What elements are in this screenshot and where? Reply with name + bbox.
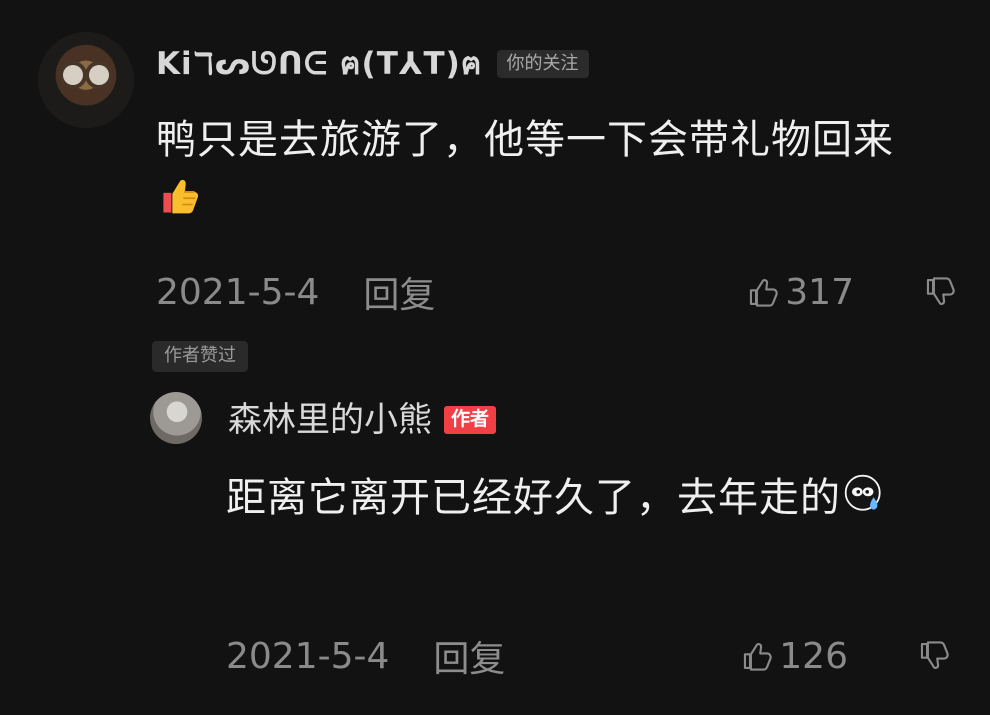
main-comment-meta: 2021-5-4 回复 317 [156, 268, 958, 316]
main-comment-text: 鸭只是去旅游了，他等一下会带礼物回来 [156, 111, 926, 229]
main-comment-reply-button[interactable]: 回复 [363, 266, 435, 318]
main-comment-date: 2021-5-4 [156, 271, 320, 313]
reply-comment-text: 距离它离开已经好久了，去年走的 [226, 469, 941, 528]
main-comment-body: 鸭只是去旅游了，他等一下会带礼物回来 [156, 117, 894, 163]
dislike-icon[interactable] [914, 637, 952, 675]
reply-comment-like-count: 126 [779, 635, 848, 677]
author-liked-badge: 作者赞过 [152, 341, 248, 372]
main-comment-username[interactable]: Kiℸᔕᘎᑎᕮ ฅ(T⅄T)ฅ [156, 48, 483, 80]
reply-comment-body: 距离它离开已经好久了，去年走的 [226, 475, 841, 521]
reply-comment-date: 2021-5-4 [226, 635, 390, 677]
main-comment-actions: 317 [743, 272, 958, 313]
thumbs-up-icon [158, 174, 201, 217]
reply-comment-username[interactable]: 森林里的小熊 [228, 403, 432, 437]
reply-comment-avatar[interactable] [150, 392, 202, 444]
author-badge: 作者 [444, 406, 497, 434]
crying-face-icon [843, 473, 886, 516]
reply-comment-reply-button[interactable]: 回复 [433, 630, 505, 682]
like-icon[interactable] [743, 273, 781, 311]
main-comment-avatar[interactable] [38, 32, 134, 128]
like-icon[interactable] [737, 637, 775, 675]
dislike-icon[interactable] [920, 273, 958, 311]
main-comment-author-line: Kiℸᔕᘎᑎᕮ ฅ(T⅄T)ฅ 你的关注 [156, 44, 589, 84]
main-comment-like-count: 317 [785, 271, 854, 313]
following-badge: 你的关注 [496, 49, 589, 79]
reply-comment-actions: 126 [737, 636, 952, 677]
reply-comment-meta: 2021-5-4 回复 126 [226, 632, 952, 680]
reply-comment-author-line: 森林里的小熊 作者 [228, 401, 497, 439]
